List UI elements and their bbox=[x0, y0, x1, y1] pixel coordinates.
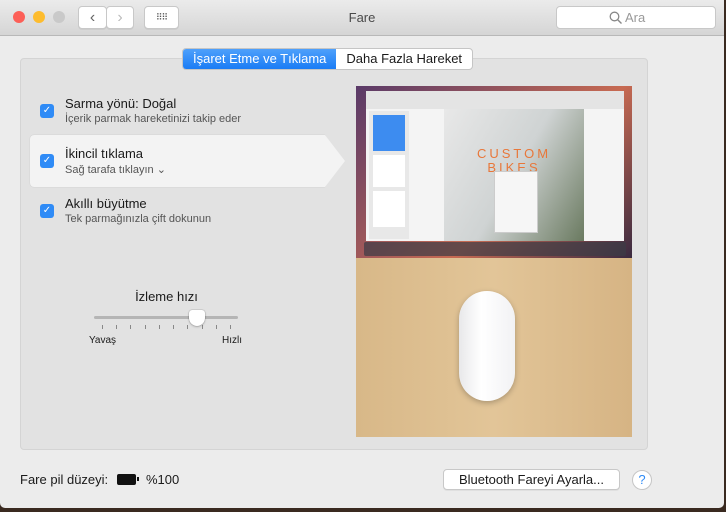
context-menu-preview bbox=[494, 171, 538, 233]
slow-label: Yavaş bbox=[89, 335, 117, 346]
selected-option-highlight bbox=[30, 135, 345, 187]
tracking-speed-slider[interactable] bbox=[94, 310, 238, 334]
magic-mouse-image bbox=[459, 291, 515, 401]
battery-level: %100 bbox=[146, 472, 180, 487]
tab-pointing-clicking[interactable]: İşaret Etme ve Tıklama bbox=[183, 49, 337, 69]
fast-label: Hızlı bbox=[222, 335, 242, 346]
tracking-speed-label: İzleme hızı bbox=[135, 289, 198, 304]
chevron-down-icon: ⌄ bbox=[156, 164, 166, 176]
option-label: Akıllı büyütme bbox=[65, 196, 147, 211]
tab-bar: İşaret Etme ve Tıklama Daha Fazla Hareke… bbox=[182, 48, 474, 70]
option-label: Sarma yönü: Doğal bbox=[65, 96, 177, 111]
slider-track bbox=[94, 316, 238, 319]
search-input[interactable]: Ara bbox=[556, 6, 716, 29]
dropdown-value: Sağ tarafa tıklayın bbox=[65, 164, 154, 176]
slider-thumb[interactable] bbox=[188, 310, 205, 326]
slider-tick bbox=[230, 325, 231, 329]
help-button[interactable]: ? bbox=[632, 470, 652, 490]
secondary-click-dropdown[interactable]: Sağ tarafa tıklayın ⌄ bbox=[65, 163, 166, 176]
preview-screen: CUSTOM BIKES bbox=[356, 86, 632, 258]
slider-tick bbox=[102, 325, 103, 329]
slider-tick bbox=[173, 325, 175, 329]
search-icon bbox=[609, 11, 622, 24]
checkbox-secondary-click[interactable]: ✓ bbox=[40, 154, 54, 168]
tab-more-gestures[interactable]: Daha Fazla Hareket bbox=[336, 49, 472, 69]
slider-tick bbox=[201, 325, 203, 329]
slider-tick bbox=[215, 325, 217, 329]
option-description: Tek parmağınızla çift dokunun bbox=[65, 213, 212, 225]
slider-tick bbox=[158, 325, 160, 329]
preferences-window: ‹ › ⠿⠿ Fare Ara İşaret Etme ve Tıklama D… bbox=[0, 0, 724, 508]
slider-tick bbox=[130, 325, 132, 329]
option-description: İçerik parmak hareketinizi takip eder bbox=[65, 113, 242, 125]
search-placeholder: Ara bbox=[625, 10, 646, 25]
checkbox-smart-zoom[interactable]: ✓ bbox=[40, 204, 54, 218]
preview-app-window: CUSTOM BIKES bbox=[366, 91, 624, 241]
option-label: İkincil tıklama bbox=[65, 146, 144, 161]
title-bar: ‹ › ⠿⠿ Fare Ara bbox=[0, 0, 724, 36]
preview-desk bbox=[356, 258, 632, 437]
battery-icon bbox=[117, 474, 139, 485]
setup-bluetooth-mouse-button[interactable]: Bluetooth Fareyi Ayarla... bbox=[443, 469, 620, 490]
slider-tick bbox=[116, 325, 118, 329]
gesture-preview-video: CUSTOM BIKES bbox=[356, 86, 632, 437]
checkbox-scroll-direction[interactable]: ✓ bbox=[40, 104, 54, 118]
slider-tick bbox=[187, 325, 189, 329]
preview-dock bbox=[364, 242, 626, 256]
slider-tick bbox=[144, 325, 146, 329]
battery-label: Fare pil düzeyi: bbox=[20, 472, 109, 487]
